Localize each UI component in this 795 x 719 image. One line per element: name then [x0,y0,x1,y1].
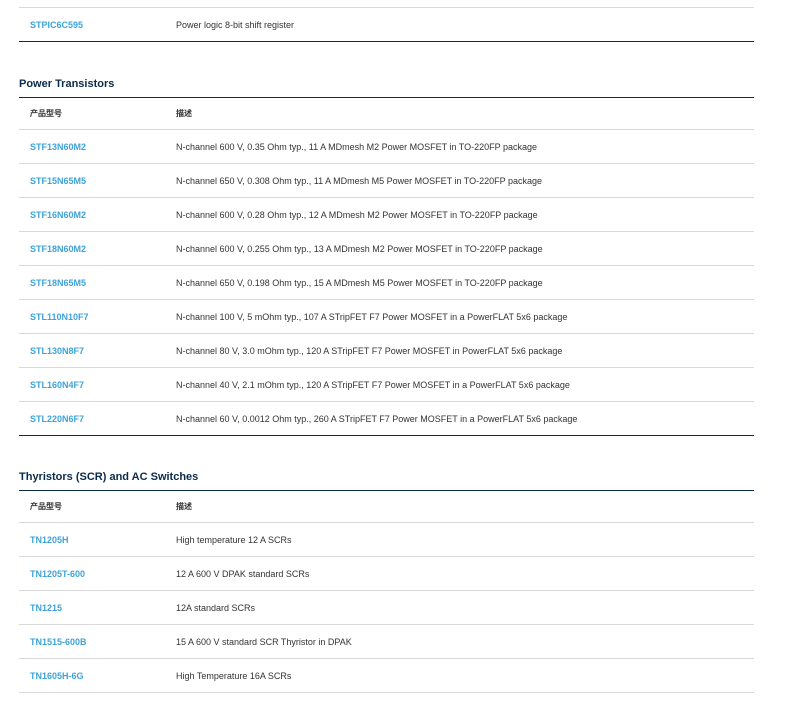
table-row: TN1205H High temperature 12 A SCRs [19,523,754,557]
table-row: STL160N4F7 N-channel 40 V, 2.1 mOhm typ.,… [19,368,754,402]
part-number-link[interactable]: STF16N60M2 [19,210,176,220]
part-description: N-channel 600 V, 0.35 Ohm typ., 11 A MDm… [176,141,538,152]
table-row: STF18N65M5 N-channel 650 V, 0.198 Ohm typ… [19,266,754,300]
section-title-thyristors: Thyristors (SCR) and AC Switches [19,471,199,483]
table-row: TN1215 12A standard SCRs [19,591,754,625]
part-description: 15 A 600 V standard SCR Thyristor in DPA… [176,636,352,647]
table-row: TN1205T-600 12 A 600 V DPAK standard SCRs [19,557,754,591]
part-number-link[interactable]: TN1215 [19,603,176,613]
part-description: N-channel 60 V, 0.0012 Ohm typ., 260 A S… [176,413,578,424]
part-description: High Temperature 16A SCRs [176,670,292,681]
part-number-link[interactable]: STPIC6C595 [19,20,176,30]
part-number-link[interactable]: STL130N8F7 [19,346,176,356]
table-row: STL130N8F7 N-channel 80 V, 3.0 mOhm typ.,… [19,334,754,368]
part-description: N-channel 600 V, 0.28 Ohm typ., 12 A MDm… [176,209,538,220]
part-description: 12 A 600 V DPAK standard SCRs [176,568,310,579]
part-number-link[interactable]: TN1515-600B [19,637,176,647]
part-description: N-channel 650 V, 0.308 Ohm typ., 11 A MD… [176,175,543,186]
table-row: STF13N60M2 N-channel 600 V, 0.35 Ohm typ.… [19,130,754,164]
part-description: N-channel 80 V, 3.0 mOhm typ., 120 A STr… [176,345,563,356]
part-description: 12A standard SCRs [176,602,256,613]
product-tables: STPIC6C595 Power logic 8-bit shift regis… [19,0,754,693]
table-header-row: 产品型号 描述 [19,97,754,130]
part-number-link[interactable]: TN1205T-600 [19,569,176,579]
part-number-link[interactable]: STL110N10F7 [19,312,176,322]
table-row: STF16N60M2 N-channel 600 V, 0.28 Ohm typ.… [19,198,754,232]
part-number-link[interactable]: TN1205H [19,535,176,545]
part-number-link[interactable]: STL160N4F7 [19,380,176,390]
table-row: STL110N10F7 N-channel 100 V, 5 mOhm typ.,… [19,300,754,334]
table-row: STPIC6C595 Power logic 8-bit shift regis… [19,8,754,42]
part-description: N-channel 650 V, 0.198 Ohm typ., 15 A MD… [176,277,543,288]
part-description: High temperature 12 A SCRs [176,534,292,545]
part-description: N-channel 100 V, 5 mOhm typ., 107 A STri… [176,311,568,322]
column-header-part: 产品型号 [30,109,62,118]
thyristors-table: 产品型号 描述 TN1205H High temperature 12 A SCR… [19,490,754,693]
table-header-row: 产品型号 描述 [19,490,754,523]
table-top-divider [19,0,754,8]
part-number-link[interactable]: STL220N6F7 [19,414,176,424]
part-description: N-channel 600 V, 0.255 Ohm typ., 13 A MD… [176,243,543,254]
column-header-description: 描述 [176,502,192,511]
table-row: TN1515-600B 15 A 600 V standard SCR Thyri… [19,625,754,659]
column-header-description: 描述 [176,109,192,118]
power-transistors-table: 产品型号 描述 STF13N60M2 N-channel 600 V, 0.35 … [19,97,754,436]
column-header-part: 产品型号 [30,502,62,511]
part-number-link[interactable]: STF13N60M2 [19,142,176,152]
table-row: STF15N65M5 N-channel 650 V, 0.308 Ohm typ… [19,164,754,198]
table-row: STL220N6F7 N-channel 60 V, 0.0012 Ohm typ… [19,402,754,436]
part-description: N-channel 40 V, 2.1 mOhm typ., 120 A STr… [176,379,570,390]
table-row: TN1605H-6G High Temperature 16A SCRs [19,659,754,693]
part-number-link[interactable]: STF18N60M2 [19,244,176,254]
part-number-link[interactable]: STF18N65M5 [19,278,176,288]
section-title-power-transistors: Power Transistors [19,78,115,90]
part-description: Power logic 8-bit shift register [176,19,295,30]
part-number-link[interactable]: STF15N65M5 [19,176,176,186]
part-number-link[interactable]: TN1605H-6G [19,671,176,681]
table-row: STF18N60M2 N-channel 600 V, 0.255 Ohm typ… [19,232,754,266]
